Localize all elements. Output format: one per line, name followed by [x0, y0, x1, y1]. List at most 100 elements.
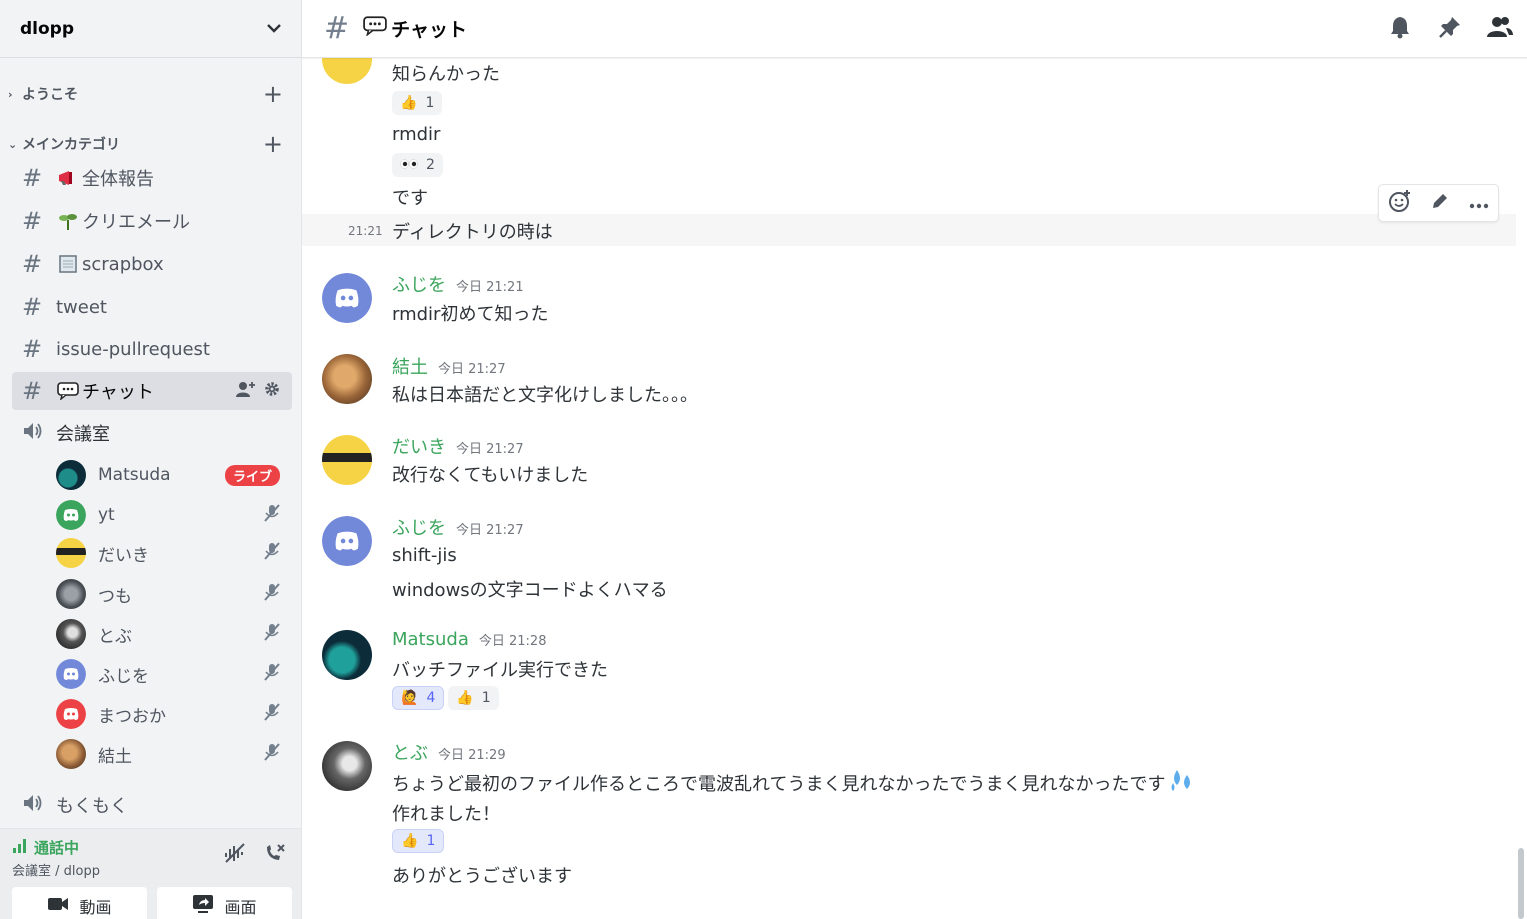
avatar[interactable] — [322, 516, 372, 566]
voice-channel-mokumoku[interactable]: もくもく — [12, 786, 292, 824]
voice-user-name: ふじを — [98, 666, 149, 687]
message-timestamp: 今日 21:27 — [438, 362, 506, 377]
voice-user[interactable]: yt — [56, 497, 286, 533]
message-toolbar — [1378, 184, 1499, 222]
category-main[interactable]: ⌄ メインカテゴリ + — [8, 132, 283, 156]
message-text: ありがとうございます — [392, 866, 572, 887]
avatar[interactable] — [322, 354, 372, 404]
voice-user[interactable]: ふじを — [56, 656, 286, 692]
video-button[interactable]: 動画 — [12, 887, 147, 919]
voice-user[interactable]: だいき — [56, 535, 286, 571]
person-raising-hand-icon: 🙋 — [401, 690, 419, 706]
chevron-down-icon: ⌄ — [8, 137, 18, 151]
channel-item-tweet[interactable]: # tweet — [12, 288, 292, 326]
channel-label: チャット — [82, 382, 154, 403]
voice-user-name: 結土 — [98, 746, 132, 767]
reaction[interactable]: 👍 1 — [448, 686, 499, 710]
author-name[interactable]: 結土 — [392, 353, 428, 379]
channel-sidebar: dlopp › ようこそ + ⌄ メインカテゴリ + # 全体報告 # クリエメ… — [0, 0, 302, 919]
message-text: 知らんかった — [392, 64, 500, 85]
author-name[interactable]: だいき — [392, 433, 446, 459]
voice-user-name: だいき — [98, 545, 149, 566]
voice-status[interactable]: 通話中 — [12, 837, 79, 858]
screen-share-button[interactable]: 画面 — [157, 887, 292, 919]
message-list: 知らんかった 👍 1 rmdir 2 です 21:21 ディレクトリの時は ふじ… — [302, 58, 1527, 919]
muted-mic-icon — [264, 583, 280, 605]
avatar — [56, 659, 86, 689]
voice-user[interactable]: まつおか — [56, 696, 286, 732]
channel-item-scrapbox[interactable]: # scrapbox — [12, 245, 292, 283]
channel-label: 全体報告 — [82, 169, 154, 190]
text-channel-icon: # — [22, 377, 43, 405]
message-text: バッチファイル実行できた — [392, 660, 608, 681]
avatar — [56, 538, 86, 568]
message-header: ふじを 今日 21:21 — [392, 271, 524, 297]
scrollbar-thumb[interactable] — [1518, 848, 1524, 919]
guild-name: dlopp — [20, 18, 75, 39]
channel-item-zentai[interactable]: # 全体報告 — [12, 159, 292, 197]
voice-user[interactable]: つも — [56, 576, 286, 612]
channel-item-chat[interactable]: # チャット — [12, 372, 292, 410]
signal-icon — [12, 838, 28, 858]
speech-balloon-icon — [363, 16, 387, 41]
voice-channel-label: 会議室 — [56, 424, 110, 445]
muted-mic-icon — [264, 663, 280, 685]
add-reaction-icon[interactable] — [1388, 189, 1412, 217]
reaction[interactable]: 🙋 4 — [392, 686, 445, 710]
chat-main: # チャット 知らんかった 👍 1 rmdir 2 です 21:21 ディレクト… — [302, 0, 1527, 919]
voice-user[interactable]: とぶ — [56, 616, 286, 652]
avatar[interactable] — [322, 58, 372, 84]
pin-icon[interactable] — [1437, 14, 1463, 40]
reaction[interactable]: 👍 1 — [392, 829, 445, 853]
channel-item-issue[interactable]: # issue-pullrequest — [12, 330, 292, 368]
message-header: ふじを 今日 21:27 — [392, 514, 524, 540]
message-timestamp: 21:21 — [348, 224, 383, 238]
camera-icon — [47, 896, 69, 916]
channel-item-crie[interactable]: # クリエメール — [12, 202, 292, 240]
thumbs-up-icon: 👍 — [456, 690, 474, 706]
avatar[interactable] — [322, 435, 372, 485]
reactions: 👍 1 — [392, 829, 445, 853]
sweat-drops-icon — [1167, 767, 1195, 798]
avatar[interactable] — [322, 273, 372, 323]
voice-user[interactable]: Matsuda ライブ — [56, 457, 286, 493]
noise-suppression-icon[interactable] — [224, 843, 246, 868]
avatar[interactable] — [322, 630, 372, 680]
muted-mic-icon — [264, 542, 280, 564]
reactions: 🙋 4 👍 1 — [392, 686, 499, 710]
live-badge[interactable]: ライブ — [224, 464, 280, 486]
category-welcome[interactable]: › ようこそ + — [8, 82, 283, 106]
guild-header[interactable]: dlopp — [0, 0, 301, 58]
author-name[interactable]: ふじを — [392, 514, 446, 540]
reaction[interactable]: 👍 1 — [392, 91, 443, 115]
message-scrollbar[interactable] — [1515, 58, 1527, 919]
reaction-count: 1 — [425, 95, 435, 111]
channel-label: scrapbox — [82, 253, 164, 275]
invite-icon[interactable] — [236, 381, 256, 401]
add-channel-icon[interactable]: + — [263, 82, 283, 106]
author-name[interactable]: とぶ — [392, 739, 428, 765]
author-name[interactable]: ふじを — [392, 271, 446, 297]
reaction[interactable]: 2 — [392, 153, 443, 177]
voice-user[interactable]: 結土 — [56, 736, 286, 772]
gear-icon[interactable] — [264, 381, 280, 401]
author-name[interactable]: Matsuda — [392, 629, 469, 650]
message-header: 結土 今日 21:27 — [392, 353, 506, 379]
voice-channel-kaigi[interactable]: 会議室 — [12, 414, 292, 452]
message-text: です — [392, 188, 428, 209]
speaker-icon — [22, 419, 56, 447]
voice-user-name: とぶ — [98, 626, 132, 647]
avatar[interactable] — [322, 741, 372, 791]
message-header: だいき 今日 21:27 — [392, 433, 524, 459]
voice-location[interactable]: 会議室 / dlopp — [12, 860, 100, 879]
bell-icon[interactable] — [1387, 14, 1413, 40]
muted-mic-icon — [264, 703, 280, 725]
thumbs-up-icon: 👍 — [401, 833, 419, 849]
member-list-icon[interactable] — [1487, 14, 1513, 40]
disconnect-icon[interactable] — [264, 843, 286, 868]
more-options-icon[interactable] — [1469, 194, 1489, 213]
edit-pencil-icon[interactable] — [1430, 191, 1450, 215]
message-timestamp: 今日 21:28 — [478, 634, 547, 649]
add-channel-icon[interactable]: + — [263, 132, 283, 156]
message-text: ディレクトリの時は — [392, 222, 553, 243]
